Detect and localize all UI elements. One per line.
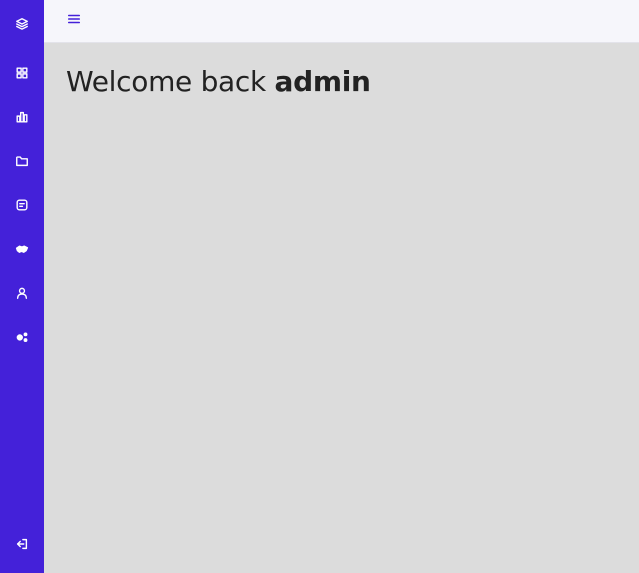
main-content: Welcome back admin <box>44 43 639 573</box>
greeting-text: Welcome back <box>66 65 275 98</box>
bar-chart-icon[interactable] <box>12 107 32 127</box>
top-bar <box>44 0 639 43</box>
folder-icon[interactable] <box>12 151 32 171</box>
logout-icon[interactable] <box>12 534 32 554</box>
layers-icon[interactable] <box>12 14 32 34</box>
settings-gears-icon[interactable] <box>12 327 32 347</box>
handshake-icon[interactable] <box>12 239 32 259</box>
username: admin <box>274 65 371 98</box>
user-icon[interactable] <box>12 283 32 303</box>
app-root: Welcome back admin <box>0 0 639 573</box>
page-title: Welcome back admin <box>66 65 371 98</box>
sidebar <box>0 0 44 573</box>
menu-icon[interactable] <box>66 10 82 28</box>
dashboard-grid-icon[interactable] <box>12 63 32 83</box>
message-icon[interactable] <box>12 195 32 215</box>
